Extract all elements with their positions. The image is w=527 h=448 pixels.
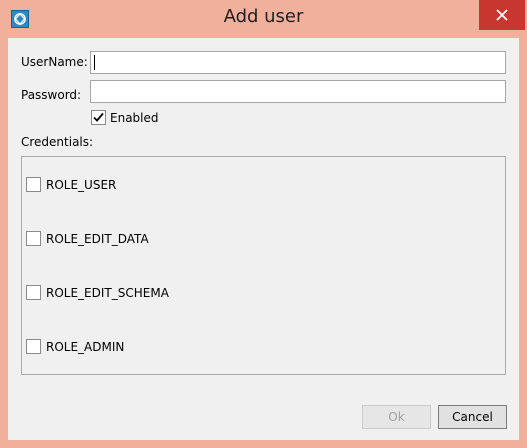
dialog-content: UserName: Password: Enabled Credentials:… bbox=[8, 38, 519, 440]
role-edit-data-label[interactable]: ROLE_EDIT_DATA bbox=[46, 232, 149, 246]
role-edit-schema-label[interactable]: ROLE_EDIT_SCHEMA bbox=[46, 286, 169, 300]
password-label: Password: bbox=[21, 88, 82, 102]
role-admin-checkbox[interactable] bbox=[26, 339, 41, 354]
username-field[interactable] bbox=[90, 51, 506, 74]
title-bar[interactable]: Add user bbox=[0, 0, 527, 38]
role-edit-data-checkbox[interactable] bbox=[26, 231, 41, 246]
cancel-button[interactable]: Cancel bbox=[438, 405, 507, 429]
close-icon bbox=[496, 9, 508, 21]
username-label: UserName: bbox=[21, 55, 88, 69]
role-user-label[interactable]: ROLE_USER bbox=[46, 178, 116, 192]
role-user-checkbox[interactable] bbox=[26, 177, 41, 192]
role-admin-label[interactable]: ROLE_ADMIN bbox=[46, 340, 124, 354]
enabled-checkbox[interactable] bbox=[91, 110, 106, 125]
role-edit-schema-checkbox[interactable] bbox=[26, 285, 41, 300]
add-user-dialog: Add user UserName: Password: Enabled Cre… bbox=[0, 0, 527, 448]
window-title: Add user bbox=[223, 6, 304, 27]
enabled-label[interactable]: Enabled bbox=[110, 111, 159, 125]
close-button[interactable] bbox=[479, 0, 525, 30]
checkmark-icon bbox=[93, 112, 104, 122]
password-field[interactable] bbox=[90, 80, 506, 103]
ok-button[interactable]: Ok bbox=[362, 405, 431, 429]
credentials-panel: ROLE_USER ROLE_EDIT_DATA ROLE_EDIT_SCHEM… bbox=[21, 156, 506, 375]
credentials-label: Credentials: bbox=[21, 135, 94, 149]
text-caret bbox=[94, 55, 95, 70]
app-logo-icon bbox=[11, 10, 29, 28]
